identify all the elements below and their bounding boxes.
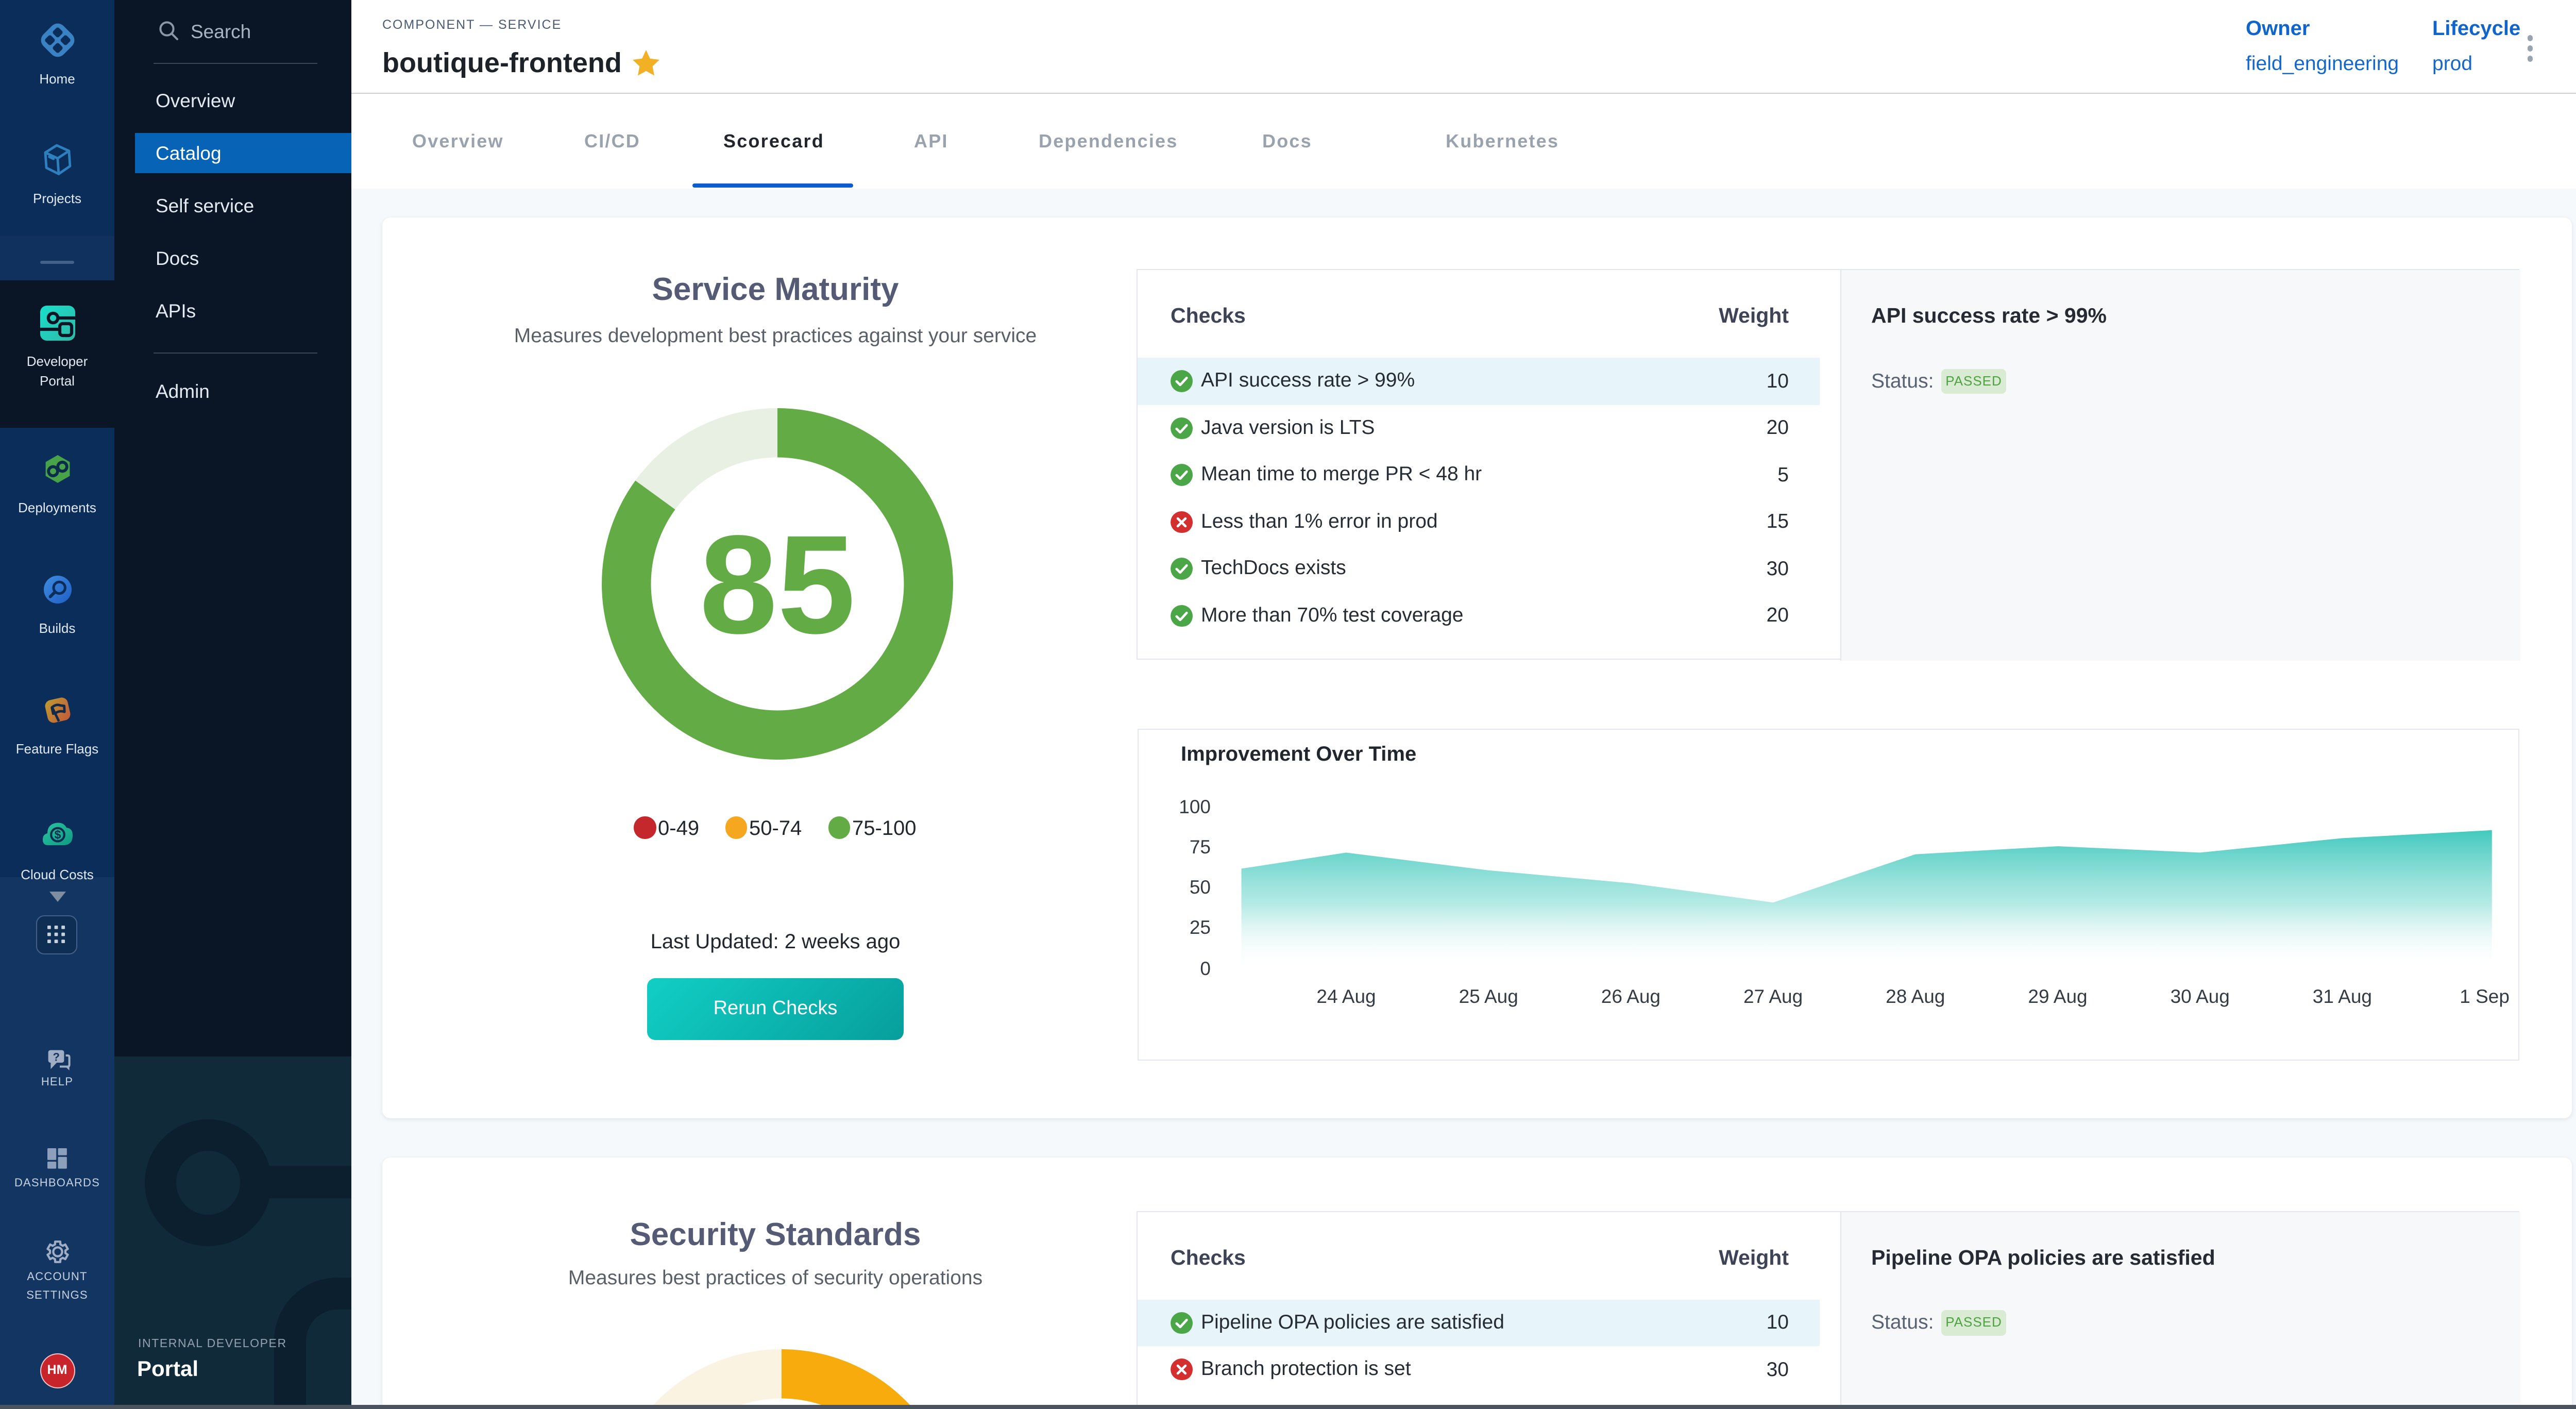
svg-text:$: $ — [54, 828, 61, 842]
svg-text:?: ? — [53, 1050, 59, 1063]
svg-text:85: 85 — [699, 506, 855, 662]
